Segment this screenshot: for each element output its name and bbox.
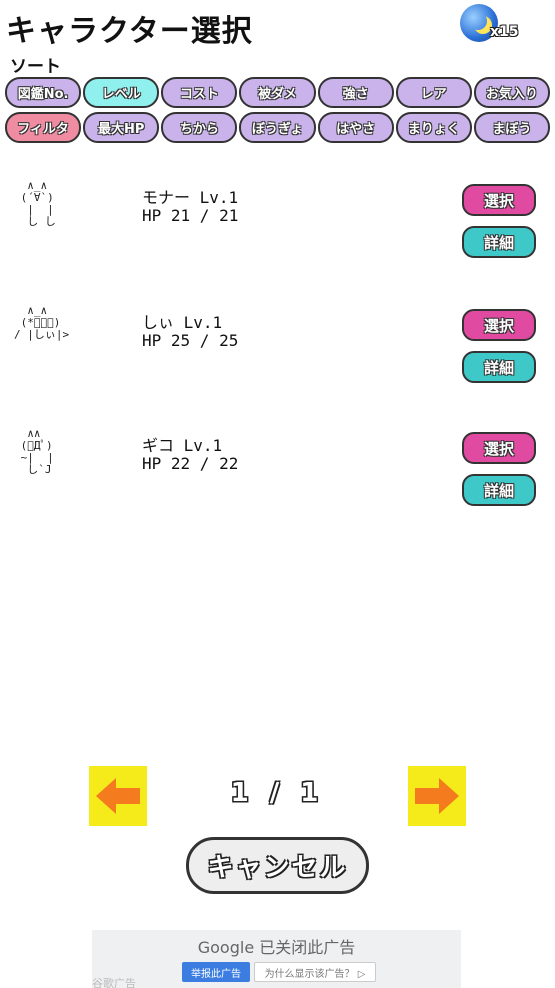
- filter-chip-row: フィルタ 最大HP ちから ぼうぎょ はやさ まりょく まぼう: [5, 112, 550, 143]
- detail-button[interactable]: 詳細: [462, 226, 536, 258]
- why-ad-button[interactable]: 为什么显示该广告？ ▷: [254, 962, 376, 982]
- next-page-button[interactable]: [408, 766, 466, 826]
- sort-chip-rarity[interactable]: レア: [395, 77, 472, 108]
- sort-chip-cost[interactable]: コスト: [161, 77, 238, 108]
- page-indicator: 1 / 1: [230, 778, 325, 808]
- filter-button[interactable]: フィルタ: [5, 112, 82, 143]
- character-name-level: モナー Lv.1: [142, 188, 239, 207]
- sort-chip-magic-defense[interactable]: まぼう: [473, 112, 550, 143]
- ad-footer-label: 谷歌广告: [92, 977, 136, 988]
- sort-chip-row: 図鑑No. レベル コスト 被ダメ 強さ レア お気入り: [5, 77, 550, 108]
- cancel-button[interactable]: キャンセル: [186, 837, 369, 894]
- character-ascii-art: ∧_∧ (´∀`) | | し し: [20, 179, 56, 228]
- select-button[interactable]: 選択: [462, 309, 536, 341]
- sort-label: ソート: [10, 57, 61, 77]
- sort-chip-max-hp[interactable]: 最大HP: [83, 112, 160, 143]
- character-hp: HP 22 / 22: [142, 454, 239, 473]
- arrow-right-icon: [415, 778, 459, 814]
- detail-button[interactable]: 詳細: [462, 351, 536, 383]
- character-name-level: ギコ Lv.1: [142, 436, 223, 455]
- character-ascii-art: ∧∧ (ﾟДﾟ) ~| | し`J: [20, 427, 54, 476]
- character-ascii-art: ∧_∧ (*ﾟーﾟ) / |しぃ|>: [14, 304, 70, 341]
- character-row: ∧∧ (ﾟДﾟ) ~| | し`J ギコ Lv.1 HP 22 / 22 選択 …: [0, 428, 555, 528]
- prev-page-button[interactable]: [89, 766, 147, 826]
- character-hp: HP 21 / 21: [142, 206, 239, 225]
- sort-chip-damage-taken[interactable]: 被ダメ: [239, 77, 316, 108]
- character-row: ∧_∧ (´∀`) | | し し モナー Lv.1 HP 21 / 21 選択…: [0, 180, 555, 280]
- select-button[interactable]: 選択: [462, 432, 536, 464]
- sort-chip-strength[interactable]: 強さ: [317, 77, 394, 108]
- arrow-left-icon: [96, 778, 140, 814]
- coin-count: x15: [490, 24, 519, 40]
- select-button[interactable]: 選択: [462, 184, 536, 216]
- detail-button[interactable]: 詳細: [462, 474, 536, 506]
- sort-chip-dex-no[interactable]: 図鑑No.: [5, 77, 82, 108]
- character-row: ∧_∧ (*ﾟーﾟ) / |しぃ|> しぃ Lv.1 HP 25 / 25 選択…: [0, 305, 555, 405]
- ad-banner: Google 已关闭此广告 举报此广告 为什么显示该广告？ ▷: [92, 930, 461, 988]
- sort-chip-power[interactable]: ちから: [161, 112, 238, 143]
- sort-chip-speed[interactable]: はやさ: [317, 112, 394, 143]
- sort-chip-defense[interactable]: ぼうぎょ: [239, 112, 316, 143]
- ad-closed-text: Google 已关闭此广告: [197, 938, 356, 957]
- character-name-level: しぃ Lv.1: [142, 313, 223, 332]
- sort-chip-level[interactable]: レベル: [83, 77, 160, 108]
- sort-chip-magic[interactable]: まりょく: [395, 112, 472, 143]
- character-hp: HP 25 / 25: [142, 331, 239, 350]
- page-title: キャラクター選択: [6, 14, 253, 49]
- report-ad-button[interactable]: 举报此广告: [182, 962, 250, 982]
- sort-chip-favorite[interactable]: お気入り: [473, 77, 550, 108]
